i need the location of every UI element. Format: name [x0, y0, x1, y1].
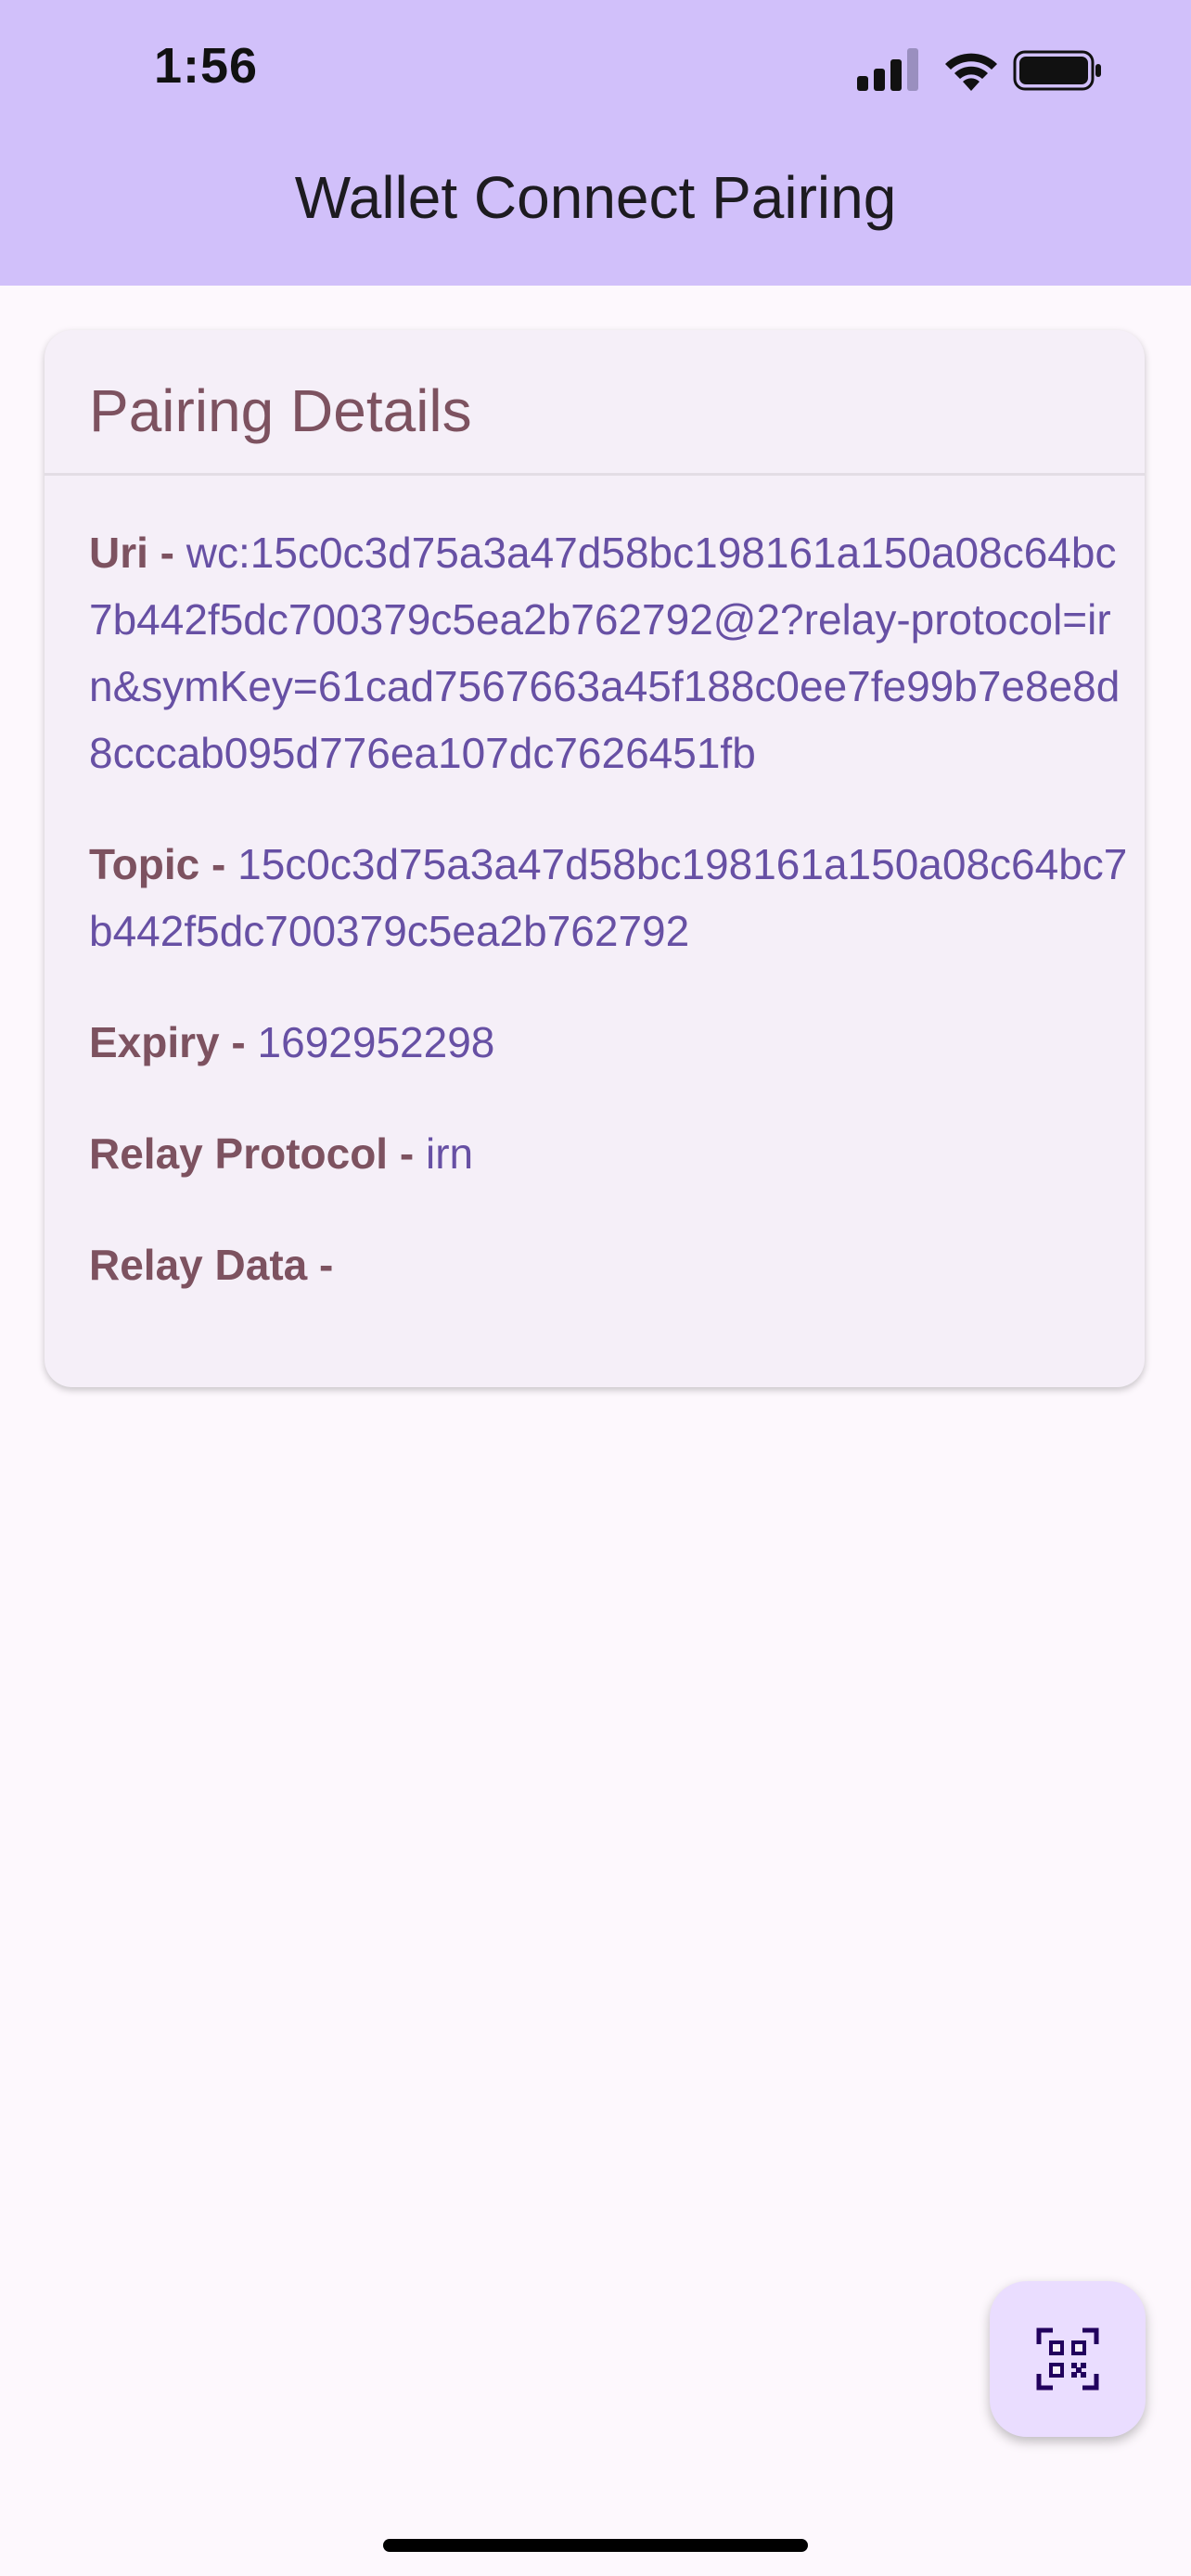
pairing-details-card: Pairing Details Uri - wc:15c0c3d75a3a47d…	[45, 330, 1145, 1387]
home-indicator	[383, 2539, 808, 2552]
status-icons	[853, 46, 1104, 93]
app-bar: 1:56 Wallet Connect Pairing	[0, 0, 1191, 286]
page-title: Wallet Connect Pairing	[294, 164, 897, 231]
battery-icon	[1013, 50, 1101, 91]
detail-row-topic: Topic - 15c0c3d75a3a47d58bc198161a150a08…	[89, 831, 1128, 964]
uri-separator: -	[147, 529, 186, 577]
relay-protocol-separator: -	[388, 1129, 426, 1178]
uri-label: Uri	[89, 529, 148, 577]
expiry-value: 1692952298	[257, 1018, 495, 1066]
card-header: Pairing Details	[45, 330, 1145, 476]
relay-data-label: Relay Data	[89, 1241, 308, 1289]
status-time: 1:56	[154, 38, 259, 94]
detail-row-relay-protocol: Relay Protocol - irn	[89, 1120, 1128, 1187]
relay-protocol-value: irn	[425, 1129, 474, 1178]
qr-scan-icon	[1036, 2327, 1099, 2391]
expiry-separator: -	[219, 1018, 258, 1066]
detail-row-uri: Uri - wc:15c0c3d75a3a47d58bc198161a150a0…	[89, 519, 1128, 786]
topic-label: Topic	[89, 840, 200, 888]
wifi-icon	[945, 53, 997, 91]
detail-row-expiry: Expiry - 1692952298	[89, 1009, 1128, 1076]
relay-protocol-label: Relay Protocol	[89, 1129, 389, 1178]
topic-separator: -	[199, 840, 238, 888]
scan-qr-button[interactable]	[990, 2281, 1146, 2437]
uri-value: wc:15c0c3d75a3a47d58bc198161a150a08c64bc…	[89, 529, 1121, 777]
details-list: Uri - wc:15c0c3d75a3a47d58bc198161a150a0…	[89, 519, 1128, 1343]
cellular-signal-icon	[857, 48, 918, 91]
detail-row-relay-data: Relay Data -	[89, 1231, 1128, 1298]
card-title: Pairing Details	[89, 377, 472, 444]
relay-data-separator: -	[307, 1241, 334, 1289]
topic-value: 15c0c3d75a3a47d58bc198161a150a08c64bc7b4…	[89, 840, 1128, 955]
expiry-label: Expiry	[89, 1018, 220, 1066]
